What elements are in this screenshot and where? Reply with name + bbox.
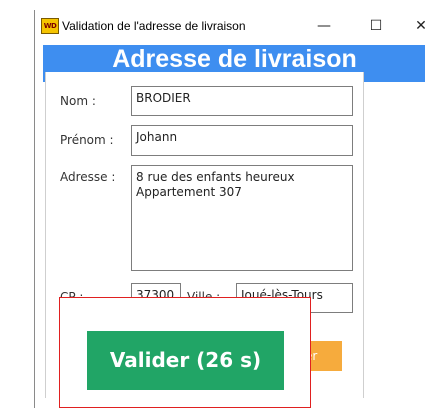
nom-field[interactable]: BRODIER <box>131 86 353 116</box>
app-logo-icon: WD <box>41 18 59 34</box>
prenom-field[interactable]: Johann <box>131 125 353 156</box>
prenom-label: Prénom : <box>60 133 114 147</box>
nom-label: Nom : <box>60 94 96 108</box>
close-button[interactable]: ✕ <box>409 16 425 36</box>
title-bar: WD Validation de l'adresse de livraison … <box>35 10 425 42</box>
maximize-button[interactable]: ☐ <box>364 16 388 36</box>
window-title: Validation de l'adresse de livraison <box>62 19 246 33</box>
minimize-button[interactable]: — <box>312 16 336 36</box>
valider-button[interactable]: Valider (26 s) <box>87 331 284 390</box>
adresse-label: Adresse : <box>60 170 116 184</box>
adresse-field[interactable]: 8 rue des enfants heureux Appartement 30… <box>131 165 353 271</box>
